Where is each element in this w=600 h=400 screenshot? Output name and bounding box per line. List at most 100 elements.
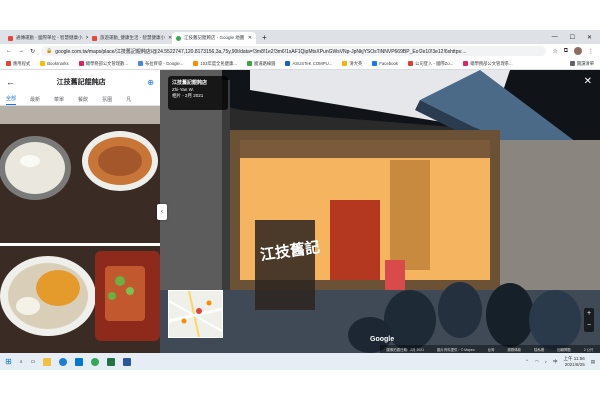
bookmark-favicon-icon — [137, 61, 143, 66]
zoom-out-icon[interactable]: − — [584, 320, 594, 332]
bookmark-item[interactable]: 公司登入 - 國際Zo... — [408, 61, 453, 67]
bookmark-item[interactable]: 總學務部公文管理系... — [463, 61, 513, 67]
system-tray: ⌃ ◠ ♪ 中 上午 11:56 2021/8/25 ▤ — [525, 356, 595, 367]
food-photo[interactable] — [0, 106, 160, 353]
browser-tab-3[interactable]: 江技舊記餛飩店 - Google 地圖 ✕ — [172, 32, 256, 44]
search-icon[interactable]: ⌕ — [20, 359, 23, 365]
url-input[interactable]: 🔒 google.com.tw/maps/place/江技舊記餛飩店/@24.5… — [41, 46, 547, 56]
bookmark-item[interactable]: Bookmarks — [40, 61, 69, 66]
edge-icon[interactable] — [59, 357, 68, 366]
bookmark-item[interactable]: 總學務部公文管理數... — [78, 61, 128, 67]
volume-icon[interactable]: ♪ — [545, 359, 547, 364]
extensions-icon[interactable]: ⧉ — [564, 48, 568, 55]
bookmark-item[interactable]: 清大英 — [342, 61, 362, 67]
menu-icon[interactable]: ⋮ — [588, 48, 594, 55]
minimap[interactable] — [168, 290, 223, 338]
bookmark-item[interactable]: 應用程式 — [6, 61, 30, 67]
street-view-panel[interactable]: 江技舊記 江技舊記餛飩店 Zhi-Yan W. 相片 - 2月 2021 ✕ +… — [160, 70, 600, 353]
tab-more[interactable]: 凡 — [126, 96, 131, 103]
privacy-link[interactable]: 隱私權 — [534, 347, 544, 352]
bookmark-item[interactable]: Facebook — [372, 61, 398, 66]
input-language[interactable]: 中 — [553, 359, 558, 365]
tab-close-icon[interactable]: ✕ — [248, 35, 252, 41]
bookmark-item[interactable]: 國道路線圖 — [246, 61, 275, 67]
browser-tab-2[interactable]: 旅遊運動_健康生活 - 智慧健康小 ✕ — [88, 32, 172, 44]
avatar[interactable] — [574, 47, 582, 55]
capture-date: 圖像拍攝日期：2月 2021 — [386, 347, 425, 352]
folder-icon — [40, 61, 46, 66]
tab-food[interactable]: 餐飲 — [78, 96, 88, 103]
clock[interactable]: 上午 11:56 2021/8/25 — [564, 356, 585, 367]
notification-icon[interactable]: ▤ — [591, 359, 595, 365]
network-icon[interactable]: ◠ — [535, 359, 539, 365]
new-tab-button[interactable]: + — [256, 32, 273, 44]
imagery-footer: 圖像拍攝日期：2月 2021 圖片資料提供：© Mapeo 台灣 服務條款 隱私… — [380, 345, 600, 353]
tray-chevron-icon[interactable]: ⌃ — [525, 359, 529, 365]
tab-menu[interactable]: 菜單 — [54, 96, 64, 103]
maximize-icon[interactable]: ☐ — [570, 34, 575, 41]
tab-favicon-icon — [92, 35, 97, 41]
forward-icon[interactable]: → — [18, 48, 24, 54]
zoom-controls: + − — [584, 308, 594, 332]
store-icon[interactable] — [75, 357, 84, 366]
place-photos-panel: ← 江技舊記餛飩店 ⊕ 全部 最新 菜單 餐飲 氛圍 凡 — [0, 70, 160, 353]
clock-time: 上午 11:56 — [563, 355, 585, 361]
panel-header: ← 江技舊記餛飩店 ⊕ — [0, 70, 160, 94]
back-icon[interactable]: ← — [6, 48, 12, 54]
excel-icon[interactable] — [107, 357, 116, 366]
place-name[interactable]: 江技舊記餛飩店 — [172, 80, 224, 87]
tab-title: 江技舊記餛飩店 - Google 地圖 — [184, 35, 245, 40]
maps-favicon-icon — [176, 35, 181, 41]
windows-start-icon[interactable]: ⊞ — [5, 357, 12, 366]
tab-all[interactable]: 全部 — [6, 95, 17, 105]
imagery-credit: 圖片資料提供：© Mapeo — [437, 347, 475, 352]
chrome-icon[interactable] — [91, 357, 100, 366]
word-icon[interactable] — [123, 357, 132, 366]
close-window-icon[interactable]: ✕ — [587, 34, 592, 41]
add-photo-icon[interactable]: ⊕ — [147, 78, 154, 87]
zoom-in-icon[interactable]: + — [584, 308, 594, 320]
reading-list[interactable]: 閱讀清單 — [569, 61, 594, 67]
reload-icon[interactable]: ↻ — [30, 48, 35, 55]
task-view-icon[interactable]: ▭ — [31, 359, 36, 365]
explorer-icon[interactable] — [43, 357, 52, 366]
lock-icon: 🔒 — [46, 48, 53, 54]
browser-tab-1[interactable]: 通傳運動 - 國際單位 - 智慧健康小 ✕ — [4, 32, 88, 44]
collapse-panel-button[interactable]: ‹ — [157, 204, 167, 220]
windows-taskbar: ⊞ ⌕ ▭ ⌃ ◠ ♪ 中 上午 11:56 2021/8/25 ▤ — [0, 353, 600, 370]
window-controls: — ☐ ✕ — [552, 30, 600, 44]
reading-list-icon — [569, 61, 575, 66]
bookmark-item[interactable]: 103年度全民健康... — [193, 61, 237, 67]
bookmark-favicon-icon — [193, 61, 199, 66]
clock-date: 2021/8/25 — [564, 361, 585, 367]
tab-title: 旅遊運動_健康生活 - 智慧健康小 — [100, 35, 166, 40]
tab-vibe[interactable]: 氛圍 — [102, 96, 112, 103]
bookmark-item[interactable]: 布拉齊導 - Google... — [137, 61, 183, 67]
minimize-icon[interactable]: — — [552, 34, 558, 40]
bookmark-item[interactable]: ASUSTeK COMPU... — [285, 61, 332, 66]
bookmark-favicon-icon — [463, 61, 469, 66]
bookmark-favicon-icon — [78, 61, 84, 66]
terms-link[interactable]: 服務條款 — [507, 347, 521, 352]
url-text: google.com.tw/maps/place/江技舊記餛飩店/@24.552… — [55, 48, 467, 55]
address-bar-row: ← → ↻ 🔒 google.com.tw/maps/place/江技舊記餛飩店… — [0, 44, 600, 58]
map-thumbnail — [168, 290, 223, 338]
tab-latest[interactable]: 最新 — [30, 96, 40, 103]
google-logo: Google — [370, 336, 395, 343]
back-arrow-icon[interactable]: ← — [6, 77, 15, 87]
bookmark-favicon-icon — [408, 61, 414, 66]
photo-category-tabs: 全部 最新 菜單 餐飲 氛圍 凡 — [0, 94, 160, 106]
place-info-card: 江技舊記餛飩店 Zhi-Yan W. 相片 - 2月 2021 — [168, 76, 228, 110]
photo-date: 相片 - 2月 2021 — [172, 93, 204, 99]
close-icon[interactable]: ✕ — [584, 76, 592, 87]
bookmarks-bar: 應用程式 Bookmarks 總學務部公文管理數... 布拉齊導 - Googl… — [0, 58, 600, 70]
report-link[interactable]: 回報問題 — [557, 347, 571, 352]
star-icon[interactable]: ☆ — [552, 48, 557, 55]
street-view-photo[interactable] — [160, 70, 600, 353]
photo-grid[interactable] — [0, 106, 160, 353]
region-label: 台灣 — [487, 347, 495, 352]
apps-icon — [6, 61, 11, 66]
bookmark-favicon-icon — [246, 61, 252, 66]
bookmark-favicon-icon — [342, 61, 348, 66]
scale-label: 2 公尺 — [583, 347, 594, 352]
